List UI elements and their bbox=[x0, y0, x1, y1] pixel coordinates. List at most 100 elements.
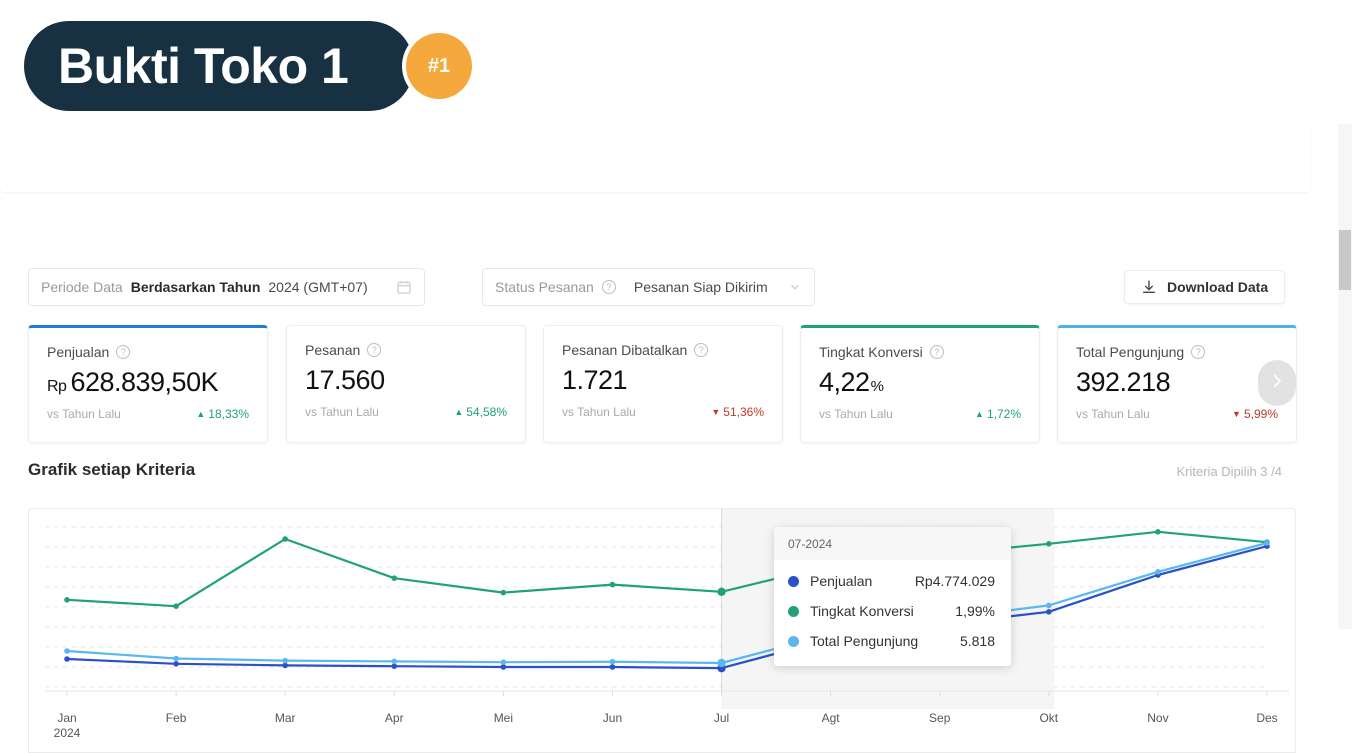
chart-data-point[interactable] bbox=[391, 575, 398, 581]
chart-x-tick: Jan 2024 bbox=[54, 711, 81, 741]
help-circle-icon[interactable]: ? bbox=[116, 345, 131, 359]
kpi-card-footer: vs Tahun Lalu ▲ 1,72% bbox=[819, 407, 1021, 421]
kpi-delta: ▲ 1,72% bbox=[975, 407, 1021, 421]
page-banner: Bukti Toko 1 #1 bbox=[0, 0, 1366, 124]
help-circle-icon[interactable]: ? bbox=[694, 343, 709, 357]
chart-x-tick: Des bbox=[1256, 711, 1277, 726]
chart-data-point[interactable] bbox=[282, 662, 288, 669]
chart-x-tick: Okt bbox=[1039, 711, 1058, 726]
chart-x-tick: Jul bbox=[714, 711, 729, 726]
help-circle-icon[interactable]: ? bbox=[929, 345, 944, 359]
help-circle-icon[interactable]: ? bbox=[1191, 345, 1206, 359]
chart-section-title: Grafik setiap Kriteria bbox=[28, 460, 196, 479]
kpi-delta-value: 18,33% bbox=[208, 407, 249, 421]
chart-data-point[interactable] bbox=[173, 603, 179, 609]
chart-x-tick-month: Nov bbox=[1147, 711, 1169, 725]
chart-data-point[interactable] bbox=[500, 659, 507, 665]
chart-tooltip-series-value: 5.818 bbox=[959, 633, 995, 649]
chart-series-line bbox=[65, 541, 1269, 665]
order-status-filter[interactable]: Status Pesanan ? Pesanan Siap Dikirim bbox=[482, 268, 815, 306]
chart-data-point[interactable] bbox=[282, 536, 288, 542]
page-scrollbar-thumb[interactable] bbox=[1339, 230, 1351, 290]
banner-pill: Bukti Toko 1 bbox=[24, 21, 414, 111]
kpi-delta-value: 54,58% bbox=[466, 405, 507, 419]
calendar-icon bbox=[396, 279, 412, 295]
chart-data-point[interactable] bbox=[64, 648, 70, 654]
chart-data-point[interactable] bbox=[717, 587, 726, 596]
kpi-value: 392.218 bbox=[1076, 367, 1278, 398]
chart-data-point[interactable] bbox=[609, 581, 616, 588]
kpi-card-header: Penjualan? bbox=[47, 344, 249, 360]
period-filter-mode: Berdasarkan Tahun bbox=[130, 279, 261, 295]
triangle-down-icon: ▼ bbox=[1232, 408, 1241, 419]
kpi-value-number: 628.839,50K bbox=[70, 367, 219, 397]
chevron-right-icon bbox=[1268, 372, 1286, 395]
kpi-delta-value: 51,36% bbox=[723, 405, 764, 419]
chart-data-point[interactable] bbox=[609, 658, 616, 665]
criteria-line-chart[interactable]: Jan 2024 Feb Mar Apr Mei Jun Jul Agt Sep Okt Nov Des bbox=[28, 508, 1296, 753]
chart-x-tick: Jun bbox=[603, 711, 622, 726]
chart-tooltip-row: Penjualan Rp4.774.029 bbox=[774, 566, 1011, 596]
triangle-up-icon: ▲ bbox=[975, 408, 984, 419]
chart-x-tick-month: Des bbox=[1256, 711, 1278, 725]
kpi-card[interactable]: Pesanan Dibatalkan? 1.721 vs Tahun Lalu ▼ 51… bbox=[543, 325, 783, 443]
kpi-delta-value: 1,72% bbox=[986, 407, 1021, 421]
kpi-title: Tingkat Konversi bbox=[819, 344, 923, 360]
kpi-delta: ▲ 18,33% bbox=[196, 407, 249, 421]
chart-tooltip-series-value: Rp4.774.029 bbox=[914, 573, 995, 589]
page-scrollbar[interactable] bbox=[1338, 124, 1352, 629]
dashboard-page: Periode Data Berdasarkan Tahun 2024 (GMT… bbox=[0, 124, 1338, 753]
chart-data-point[interactable] bbox=[391, 658, 398, 665]
chart-data-point[interactable] bbox=[1155, 529, 1161, 535]
chart-data-point[interactable] bbox=[1046, 541, 1052, 547]
help-circle-icon[interactable]: ? bbox=[601, 280, 616, 294]
kpi-value: 4,22% bbox=[819, 367, 1021, 398]
chart-tooltip-row: Tingkat Konversi 1,99% bbox=[774, 596, 1011, 626]
chart-section-header: Grafik setiap Kriteria Kriteria Dipilih … bbox=[0, 460, 1310, 494]
chart-x-tick-month: Jan bbox=[57, 711, 77, 725]
kpi-card[interactable]: Penjualan? Rp 628.839,50K vs Tahun Lalu ▲ 18,… bbox=[28, 325, 268, 443]
triangle-down-icon: ▼ bbox=[711, 406, 721, 417]
kpi-card-row: Penjualan? Rp 628.839,50K vs Tahun Lalu ▲ 18,… bbox=[0, 325, 1330, 445]
chart-data-point[interactable] bbox=[717, 658, 726, 668]
chart-data-point[interactable] bbox=[609, 664, 616, 670]
kpi-compare-label: vs Tahun Lalu bbox=[1076, 407, 1150, 421]
chart-data-point[interactable] bbox=[500, 664, 507, 670]
kpi-card[interactable]: Pesanan? 17.560 vs Tahun Lalu ▲ 54,58% bbox=[286, 325, 526, 443]
download-data-label: Download Data bbox=[1167, 279, 1269, 295]
kpi-value-suffix: % bbox=[870, 378, 884, 395]
chart-plot-area bbox=[45, 509, 1289, 709]
download-data-button[interactable]: Download Data bbox=[1124, 270, 1286, 304]
filter-bar bbox=[0, 124, 1310, 192]
chart-data-point[interactable] bbox=[1046, 602, 1052, 609]
kpi-card-header: Pesanan Dibatalkan? bbox=[562, 342, 764, 358]
chart-tooltip-series-name: Penjualan bbox=[810, 573, 873, 589]
kpi-card-footer: vs Tahun Lalu ▼ 5,99% bbox=[1076, 407, 1278, 421]
kpi-value-number: 1.721 bbox=[562, 365, 628, 395]
triangle-up-icon: ▲ bbox=[454, 406, 464, 417]
chart-data-point[interactable] bbox=[1264, 540, 1270, 546]
chart-x-tick: Feb bbox=[166, 711, 187, 726]
chart-criteria-count: Kriteria Dipilih 3 /4 bbox=[1176, 464, 1283, 479]
chart-data-point[interactable] bbox=[64, 656, 70, 662]
kpi-compare-label: vs Tahun Lalu bbox=[562, 405, 636, 419]
kpi-carousel-next-button[interactable] bbox=[1258, 360, 1296, 406]
chart-data-point[interactable] bbox=[500, 589, 507, 596]
series-color-dot bbox=[788, 575, 799, 587]
kpi-value: Rp 628.839,50K bbox=[47, 367, 249, 398]
chart-x-tick: Apr bbox=[385, 711, 404, 726]
kpi-compare-label: vs Tahun Lalu bbox=[305, 405, 379, 419]
chart-data-point[interactable] bbox=[173, 661, 179, 667]
chart-x-tick-month: Mar bbox=[274, 711, 296, 725]
chart-data-point[interactable] bbox=[282, 657, 288, 664]
chart-data-point[interactable] bbox=[1046, 609, 1052, 615]
kpi-card[interactable]: Tingkat Konversi? 4,22% vs Tahun Lalu ▲ 1,72… bbox=[800, 325, 1040, 443]
period-filter[interactable]: Periode Data Berdasarkan Tahun 2024 (GMT… bbox=[28, 268, 425, 306]
chart-data-point[interactable] bbox=[173, 655, 179, 662]
help-circle-icon[interactable]: ? bbox=[367, 343, 382, 357]
chart-series-line bbox=[65, 530, 1269, 608]
chart-data-point[interactable] bbox=[391, 663, 398, 669]
kpi-card-header: Total Pengunjung? bbox=[1076, 344, 1278, 360]
chart-data-point[interactable] bbox=[64, 597, 70, 603]
chart-data-point[interactable] bbox=[1155, 569, 1161, 575]
